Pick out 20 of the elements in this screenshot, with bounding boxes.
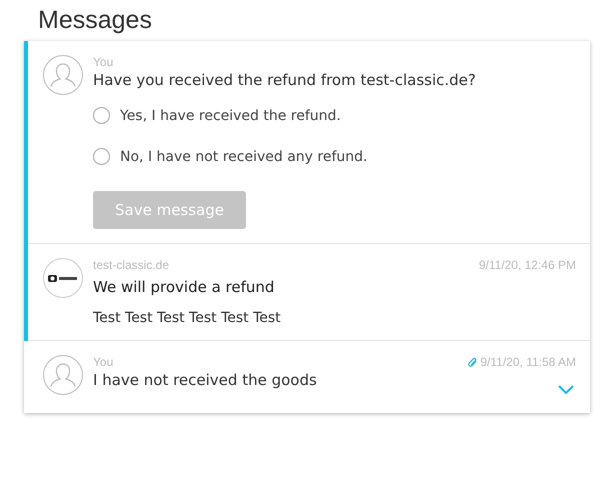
avatar-icon xyxy=(43,55,83,95)
logo-icon xyxy=(43,258,83,298)
sender-name: You xyxy=(93,55,114,69)
message-time: 9/11/20, 11:58 AM xyxy=(480,355,576,369)
radio-option[interactable]: No, I have not received any refund. xyxy=(93,148,576,165)
message-text: I have not received the goods xyxy=(93,371,318,389)
option-label: No, I have not received any refund. xyxy=(120,148,368,164)
option-label: Yes, I have received the refund. xyxy=(120,108,341,124)
radio-option[interactable]: Yes, I have received the refund. xyxy=(93,107,576,124)
question-text: Have you received the refund from test-classic.de? xyxy=(93,71,477,89)
expand-icon[interactable] xyxy=(558,385,574,395)
sender-name: You xyxy=(93,355,114,369)
sender-name: test-classic.de xyxy=(93,258,170,272)
page-title: Messages xyxy=(38,6,153,35)
message-body: Test Test Test Test Test Test xyxy=(93,310,282,326)
radio-button[interactable] xyxy=(93,107,110,124)
avatar-icon xyxy=(43,355,83,395)
message-subject: We will provide a refund xyxy=(93,278,276,296)
message-time: 9/11/20, 12:46 PM xyxy=(478,258,576,272)
radio-button[interactable] xyxy=(93,148,110,165)
